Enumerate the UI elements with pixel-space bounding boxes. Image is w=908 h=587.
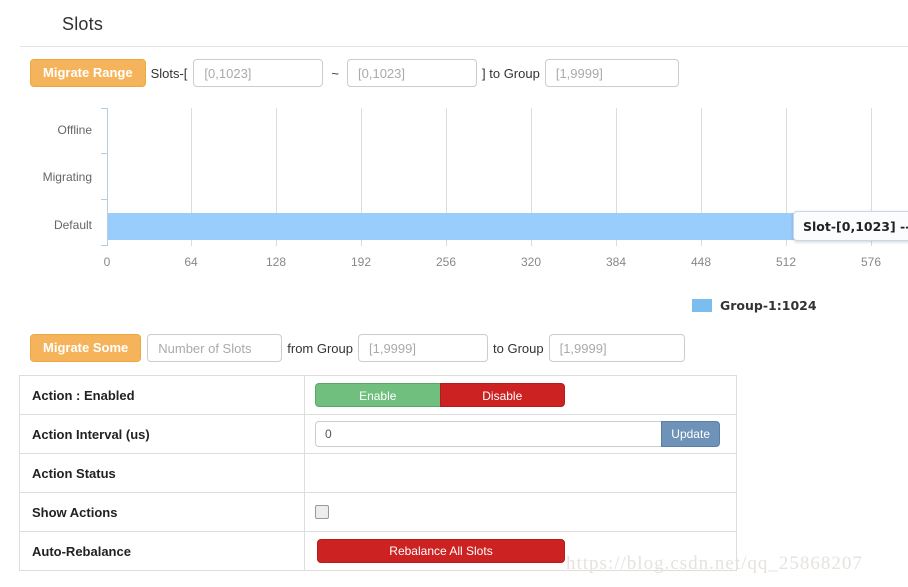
title-divider xyxy=(20,46,908,47)
table-row: Action Status xyxy=(19,453,737,493)
migrate-range-form: Migrate Range Slots-[ ~ ] to Group xyxy=(30,59,679,87)
x-axis-tick-label: 0 xyxy=(103,255,111,269)
from-group-label: from Group xyxy=(287,340,353,356)
range-separator-label: ~ xyxy=(331,65,340,81)
y-axis-label-default: Default xyxy=(53,218,92,232)
update-button[interactable]: Update xyxy=(661,421,720,447)
y-axis-tick xyxy=(101,199,108,200)
page-title: Slots xyxy=(62,14,104,34)
table-row: Auto-Rebalance Rebalance All Slots xyxy=(19,531,737,571)
to-group-label-2: to Group xyxy=(493,340,544,356)
migrate-range-to-input[interactable] xyxy=(347,59,478,87)
disable-button[interactable]: Disable xyxy=(439,383,565,407)
table-row: Action : Enabled Enable Disable xyxy=(19,375,737,415)
migrate-some-from-group-input[interactable] xyxy=(358,334,488,362)
y-axis-label-migrating: Migrating xyxy=(42,170,92,184)
row-value-show-actions xyxy=(304,492,737,532)
actions-table: Action : Enabled Enable Disable Action I… xyxy=(19,375,737,571)
chart-tooltip: Slot-[0,1023] --> xyxy=(793,211,908,241)
slots-page: Slots Migrate Range Slots-[ ~ ] to Group… xyxy=(0,0,908,587)
row-label-auto-rebalance: Auto-Rebalance xyxy=(19,531,305,571)
migrate-some-count-input[interactable] xyxy=(147,334,283,362)
table-row: Action Interval (us) Update xyxy=(19,414,737,454)
migrate-some-button[interactable]: Migrate Some xyxy=(30,334,142,362)
x-axis-tick-label: 128 xyxy=(265,255,287,269)
migrate-range-group-input[interactable] xyxy=(544,59,679,87)
to-group-label: ] to Group xyxy=(482,65,540,81)
y-axis-label-offline: Offline xyxy=(57,123,92,137)
x-axis-tick-label: 64 xyxy=(184,255,198,269)
row-value-action-status xyxy=(304,453,737,493)
action-interval-group: Update xyxy=(315,421,720,447)
row-label-action-enabled: Action : Enabled xyxy=(19,375,305,415)
action-interval-input[interactable] xyxy=(315,421,662,447)
row-value-action-interval: Update xyxy=(304,414,737,454)
migrate-range-from-input[interactable] xyxy=(193,59,324,87)
bar-default-group-1[interactable] xyxy=(108,213,898,240)
rebalance-all-slots-button[interactable]: Rebalance All Slots xyxy=(317,539,565,563)
table-row: Show Actions xyxy=(19,492,737,532)
row-value-auto-rebalance: Rebalance All Slots xyxy=(304,531,737,571)
migrate-some-to-group-input[interactable] xyxy=(548,334,685,362)
legend-label-group-1: Group-1:1024 xyxy=(720,298,817,313)
y-axis-tick xyxy=(101,108,108,109)
x-axis-tick-label: 448 xyxy=(690,255,712,269)
legend-swatch-icon xyxy=(692,299,712,312)
chart-tooltip-text: Slot-[0,1023] --> xyxy=(803,218,908,234)
x-axis-tick-label: 384 xyxy=(605,255,627,269)
chart-legend: Group-1:1024 xyxy=(692,298,817,313)
enable-disable-group: Enable Disable xyxy=(315,383,565,407)
enable-button[interactable]: Enable xyxy=(315,383,440,407)
row-value-action-enabled: Enable Disable xyxy=(304,375,737,415)
y-axis-tick xyxy=(101,153,108,154)
x-axis-tick-label: 256 xyxy=(435,255,457,269)
row-label-action-status: Action Status xyxy=(19,453,305,493)
slots-prefix-label: Slots-[ xyxy=(150,65,188,81)
x-axis-tick-label: 320 xyxy=(520,255,542,269)
x-axis-tick-label: 576 xyxy=(860,255,882,269)
slots-distribution-chart: Offline Migrating Default 0 64 128 192 2… xyxy=(0,100,908,320)
row-label-show-actions: Show Actions xyxy=(19,492,305,532)
show-actions-checkbox[interactable] xyxy=(315,505,329,519)
row-label-action-interval: Action Interval (us) xyxy=(19,414,305,454)
x-axis-tick-label: 192 xyxy=(350,255,372,269)
migrate-range-button[interactable]: Migrate Range xyxy=(30,59,146,87)
y-axis-tick xyxy=(101,245,108,246)
x-axis-tick-label: 512 xyxy=(775,255,797,269)
migrate-some-form: Migrate Some from Group to Group xyxy=(30,334,685,362)
